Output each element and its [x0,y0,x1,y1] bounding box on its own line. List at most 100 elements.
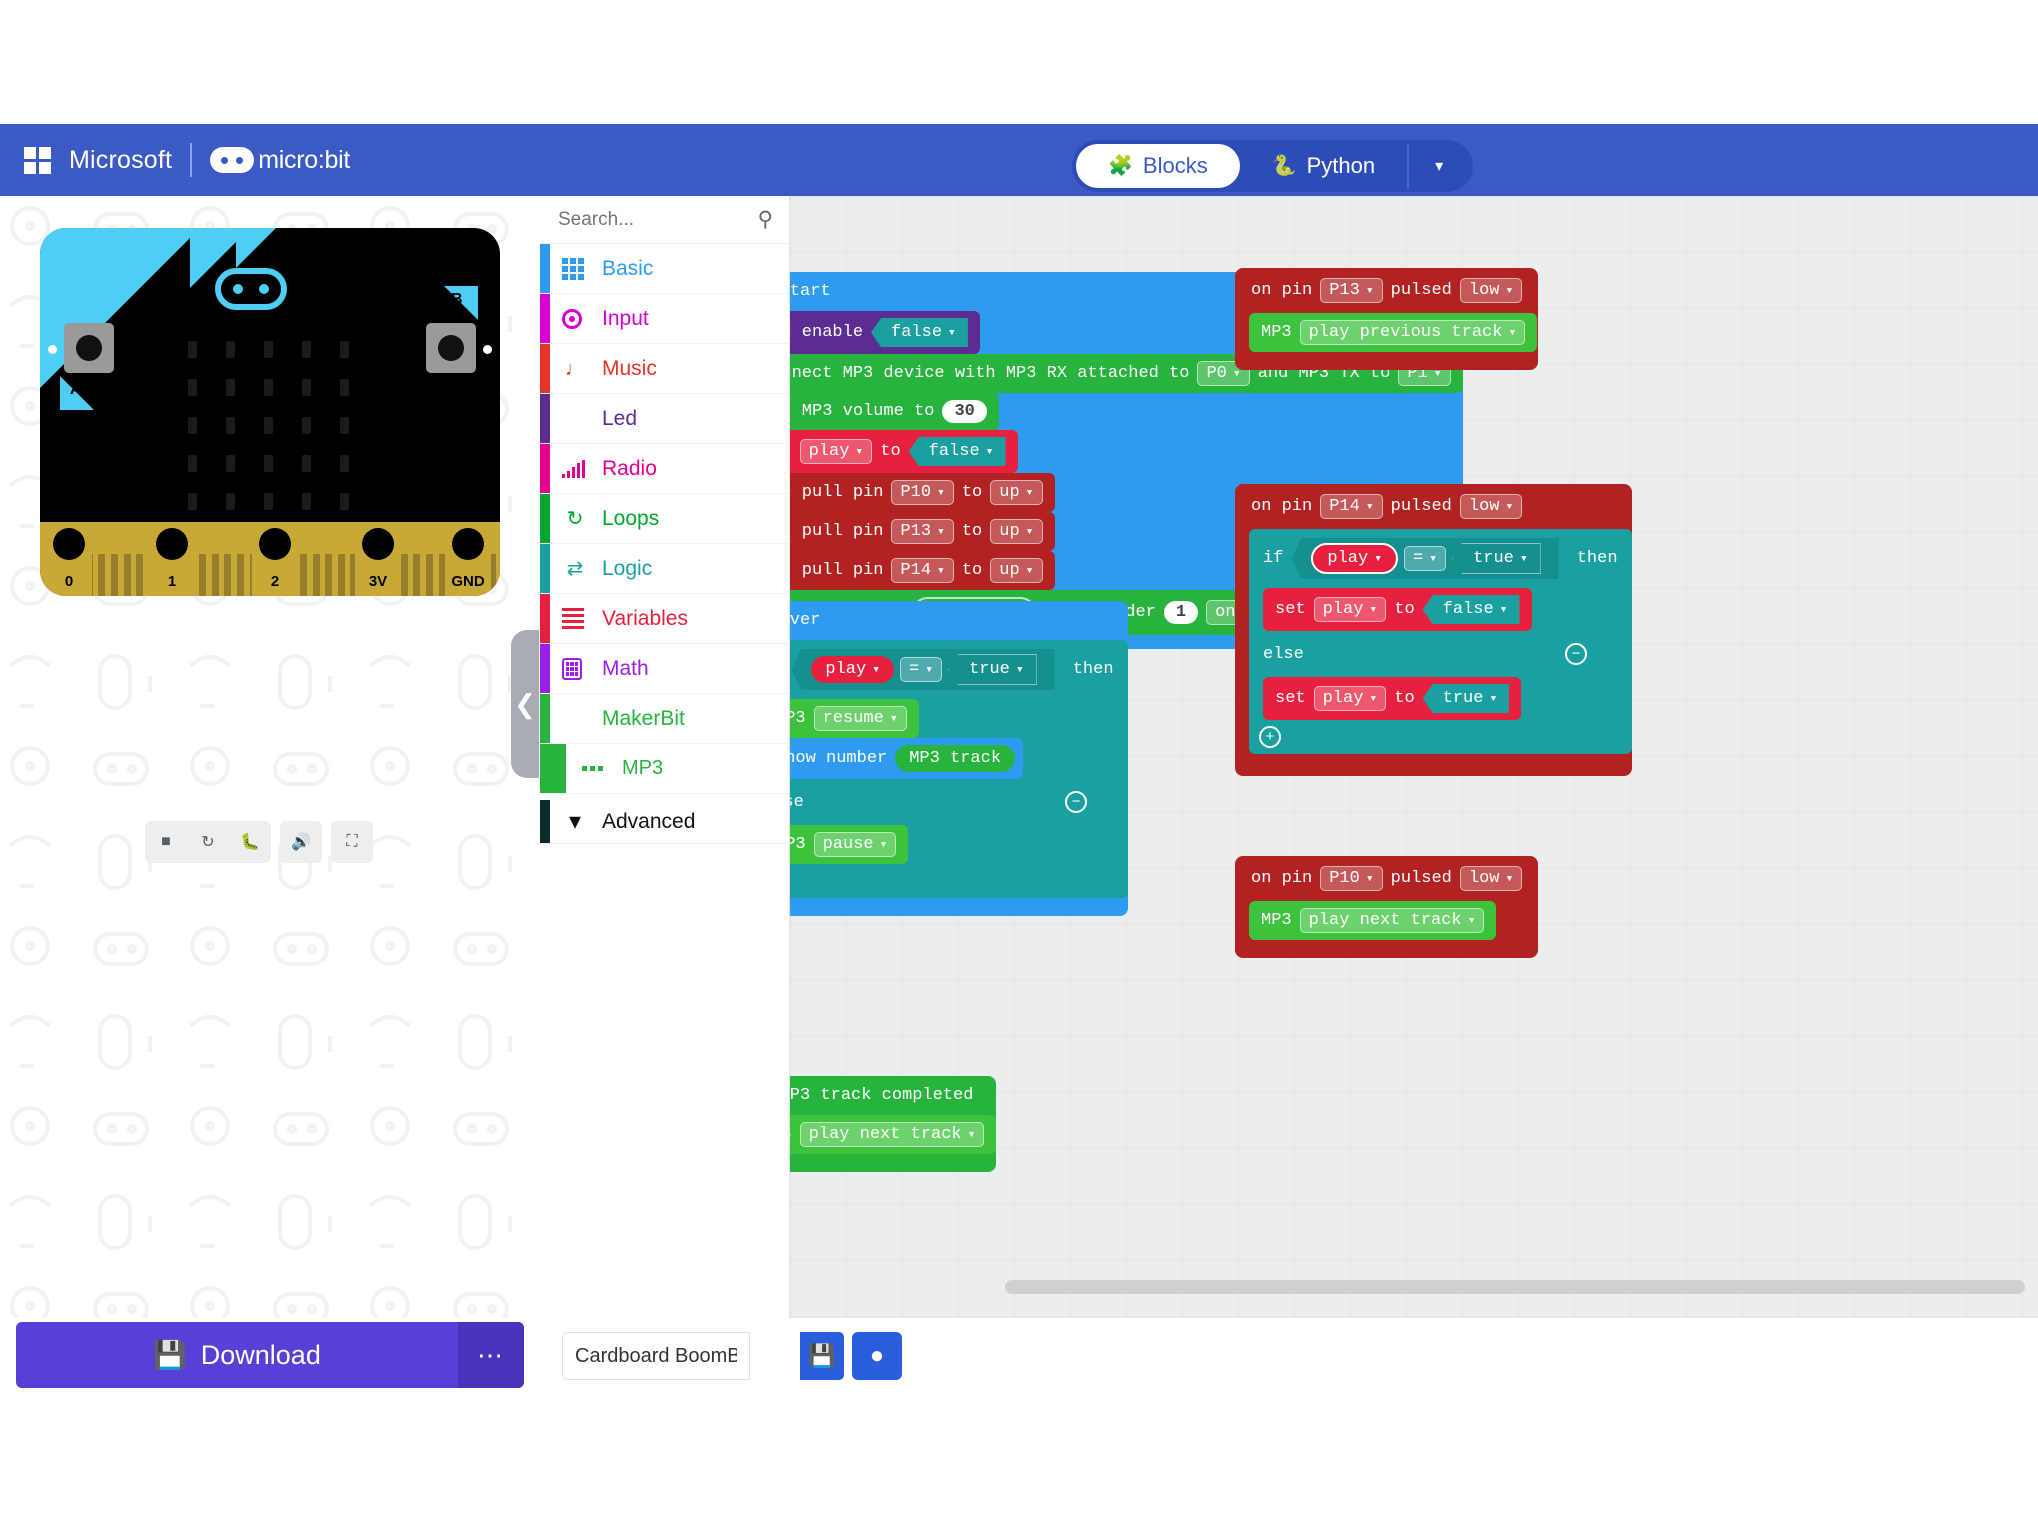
block-led-enable[interactable]: led enable false [790,311,980,354]
mp3-action-dropdown[interactable]: pause [813,832,897,857]
block-mp3-resume[interactable]: MP3 resume [790,699,919,738]
toolbox-category-advanced[interactable]: ▾ Advanced [540,794,789,844]
folder-value[interactable]: 1 [1163,601,1199,624]
pin-dropdown[interactable]: P14 [1320,494,1383,519]
block-mp3-play-next[interactable]: MP3 play next track [1249,901,1497,940]
on-pin-p13-hat[interactable]: on pin P13 pulsed low [1235,268,1538,313]
if-compare-value[interactable]: true [948,654,1037,685]
download-button[interactable]: 💾 Download ⋯ [16,1322,524,1388]
if-compare-value[interactable]: true [1452,543,1541,574]
tab-blocks[interactable]: 🧩 Blocks [1076,144,1240,188]
download-main[interactable]: 💾 Download [16,1339,458,1371]
set-play-value[interactable]: false [1422,595,1520,624]
toolbox-category-makerbit[interactable]: ★ MakerBit [540,694,789,744]
plus-circle-icon[interactable]: + [1259,726,1281,748]
toolbox-category-led[interactable]: Led [540,394,789,444]
if-condition-row[interactable]: if play = true then [790,640,1128,699]
toolbox-category-input[interactable]: Input [540,294,789,344]
pull-pin-dropdown[interactable]: P13 [891,519,954,544]
on-pin-p14-hat[interactable]: on pin P14 pulsed low [1235,484,1538,529]
pin-dropdown[interactable]: P10 [1320,866,1383,891]
minus-circle-icon[interactable]: − [1565,643,1587,665]
edge-dropdown[interactable]: low [1459,278,1523,303]
block-on-pin-p13[interactable]: on pin P13 pulsed low MP3 play previous … [1235,268,1539,370]
edge-dropdown[interactable]: low [1459,494,1523,519]
block-mp3-play-next[interactable]: MP3 play next track [790,1115,997,1154]
mp3-action-dropdown[interactable]: play next track [799,1122,985,1147]
toolbox-search[interactable]: ⚲ [540,196,789,244]
variable-dropdown[interactable]: play [799,439,873,464]
edge-dropdown[interactable]: low [1459,866,1523,891]
led-enable-value[interactable]: false [871,318,968,347]
if-add-row[interactable]: + [1249,720,1601,754]
block-on-mp3-track-completed[interactable]: on MP3 track completed MP3 play next tra… [790,1076,997,1172]
bug-icon[interactable]: 🐛 [229,821,271,863]
edge-pin-3v[interactable]: 3V [355,522,401,596]
chevron-left-icon[interactable]: ❮ [511,630,539,778]
search-input[interactable] [558,208,738,231]
edge-pin-gnd[interactable]: GND [445,522,491,596]
if-variable[interactable]: play [1311,543,1399,574]
block-set-mp3-volume[interactable]: set MP3 volume to 30 [790,393,999,430]
pin-dropdown[interactable]: P13 [1320,278,1383,303]
pull-mode-dropdown[interactable]: up [990,480,1043,505]
set-play-value[interactable]: true [1422,684,1510,713]
variable-dropdown[interactable]: play [1313,686,1387,711]
on-pin-p10-hat[interactable]: on pin P10 pulsed low [1235,856,1538,901]
volume-value[interactable]: 30 [942,400,987,423]
mp3-action-dropdown[interactable]: resume [813,706,907,731]
toolbox-subcategory-mp3[interactable]: MP3 [540,744,789,794]
block-on-pin-p10[interactable]: on pin P10 pulsed low MP3 play next trac… [1235,856,1539,958]
comparison-operator[interactable]: = [1404,546,1447,571]
block-set-play-true[interactable]: set play to true [1263,677,1522,720]
github-icon[interactable]: ● [852,1332,902,1380]
block-set-variable-play[interactable]: set play to false [790,430,1018,473]
comparison-operator[interactable]: = [900,657,943,682]
block-show-number[interactable]: show number MP3 track [790,738,1023,779]
pull-pin-dropdown[interactable]: P14 [891,558,954,583]
toolbox-category-basic[interactable]: Basic [540,244,789,294]
toolbox-category-music[interactable]: ♩ Music [540,344,789,394]
block-set-pull-pin-p10[interactable]: set pull pin P10 to up [790,473,1055,512]
toolbox-category-math[interactable]: Math [540,644,789,694]
pull-mode-dropdown[interactable]: up [990,519,1043,544]
pull-pin-dropdown[interactable]: P10 [891,480,954,505]
if-variable[interactable]: play [811,656,895,683]
edge-pin-2[interactable]: 2 [252,522,298,596]
board-button-a[interactable] [64,323,114,373]
speaker-icon[interactable]: 🔊 [280,821,322,863]
floppy-icon[interactable]: 💾 [800,1332,844,1380]
block-set-play-false[interactable]: set play to false [1263,588,1532,631]
fullscreen-icon[interactable]: ⛶ [331,821,373,863]
toolbox-category-radio[interactable]: Radio [540,444,789,494]
horizontal-scrollbar[interactable] [1005,1280,2025,1294]
tab-python[interactable]: 🐍 Python [1240,144,1407,188]
pull-mode-dropdown[interactable]: up [990,558,1043,583]
edge-pin-0[interactable]: 0 [46,522,92,596]
mp3-action-dropdown[interactable]: play previous track [1299,320,1526,345]
ellipsis-icon[interactable]: ⋯ [458,1322,524,1388]
refresh-icon[interactable]: ↻ [187,821,229,863]
toolbox-category-loops[interactable]: ↻ Loops [540,494,789,544]
board-button-b[interactable] [426,323,476,373]
toolbox-category-variables[interactable]: Variables [540,594,789,644]
block-mp3-pause[interactable]: MP3 pause [790,825,909,864]
block-mp3-play-previous[interactable]: MP3 play previous track [1249,313,1538,352]
edge-pin-1[interactable]: 1 [149,522,195,596]
block-set-pull-pin-p14[interactable]: set pull pin P14 to up [790,551,1055,590]
minus-circle-icon[interactable]: − [1065,791,1087,813]
project-name-field[interactable] [562,1332,750,1380]
block-on-pin-p14[interactable]: on pin P14 pulsed low if play = true [1235,484,1632,776]
if-add-row[interactable]: + [790,864,1101,898]
mp3-track-variable[interactable]: MP3 track [895,745,1016,772]
chevron-down-icon[interactable]: ▾ [1407,144,1469,188]
variable-dropdown[interactable]: play [1313,597,1387,622]
else-row[interactable]: else − [790,779,1101,825]
else-row[interactable]: else − [1249,631,1601,677]
stop-icon[interactable]: ■ [145,821,187,863]
set-play-value[interactable]: false [908,437,1006,466]
block-forever[interactable]: forever if play = true then [790,601,1128,916]
block-set-pull-pin-p13[interactable]: set pull pin P13 to up [790,512,1055,551]
if-condition-row[interactable]: if play = true then [1249,529,1632,588]
search-icon[interactable]: ⚲ [758,207,773,232]
